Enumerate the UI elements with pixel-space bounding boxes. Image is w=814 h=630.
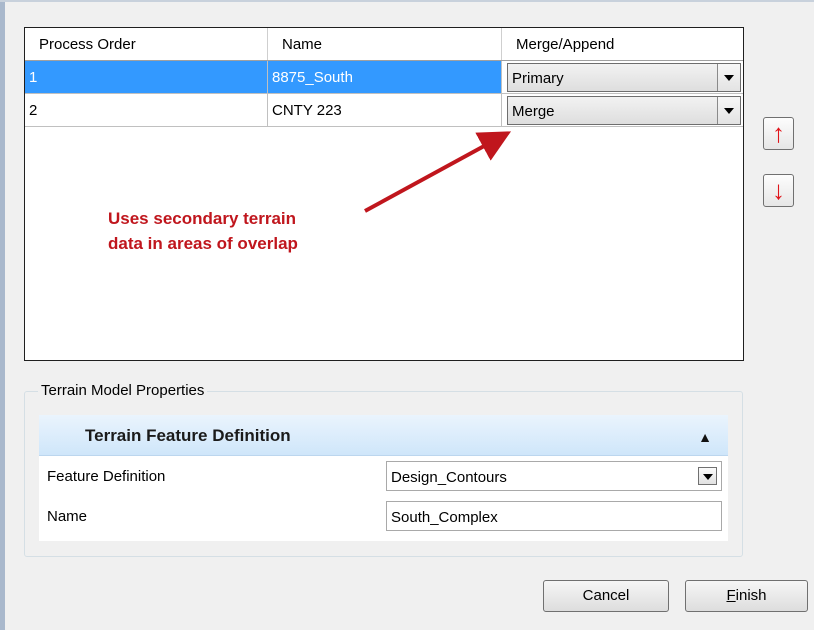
- arrow-up-icon: ↑: [772, 118, 785, 148]
- move-down-button[interactable]: ↓: [763, 174, 794, 207]
- finish-mnemonic: F: [726, 587, 736, 604]
- dropdown-button[interactable]: [698, 467, 717, 485]
- arrow-down-icon: ↓: [772, 175, 785, 205]
- move-up-button[interactable]: ↑: [763, 117, 794, 150]
- annotation-callout: Uses secondary terrain data in areas of …: [108, 206, 368, 256]
- finish-label-rest: inish: [735, 587, 767, 604]
- arrow-line: [364, 131, 512, 213]
- name-field[interactable]: South_Complex: [386, 501, 722, 531]
- section-title: Terrain Feature Definition: [85, 426, 291, 445]
- cancel-button[interactable]: Cancel: [543, 580, 669, 612]
- finish-button[interactable]: Finish: [685, 580, 808, 612]
- group-label: Terrain Model Properties: [38, 382, 208, 400]
- name-label: Name: [47, 508, 88, 525]
- chevron-up-icon[interactable]: ▲: [698, 429, 712, 445]
- dropdown-value: Design_Contours: [391, 469, 507, 486]
- chevron-down-icon: [703, 474, 713, 480]
- property-panel: Terrain Feature Definition ▲ Feature Def…: [39, 415, 728, 541]
- feature-definition-dropdown[interactable]: Design_Contours: [386, 461, 722, 491]
- section-header[interactable]: Terrain Feature Definition ▲: [39, 415, 728, 456]
- feature-definition-label: Feature Definition: [47, 468, 166, 485]
- annotation-line-1: Uses secondary terrain: [108, 209, 297, 228]
- name-value: South_Complex: [391, 509, 498, 526]
- annotation-line-2: data in areas of overlap: [108, 234, 298, 253]
